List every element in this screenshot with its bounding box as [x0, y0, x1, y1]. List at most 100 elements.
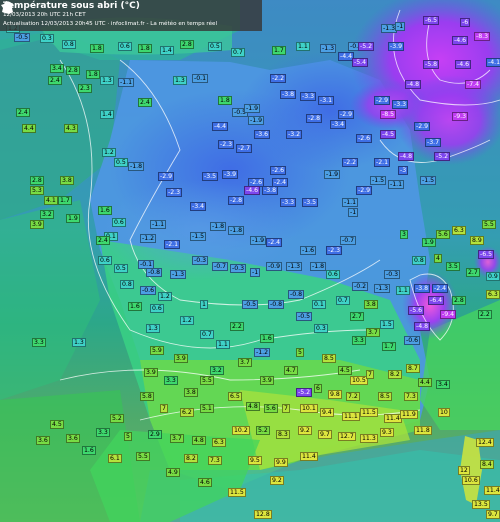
- map-timestamp: 12/03/2013 20h UTC 21h CET: [3, 12, 86, 18]
- station-temperature-label: 2.4: [96, 236, 110, 245]
- station-temperature-label: 9.2: [270, 476, 284, 485]
- station-temperature-label: -4.6: [452, 36, 469, 45]
- station-temperature-label: 3.8: [184, 388, 198, 397]
- station-temperature-label: -2.8: [228, 196, 245, 205]
- station-temperature-label: -2.8: [306, 114, 323, 123]
- france-map-icon: [1, 1, 13, 14]
- station-temperature-label: -2.2: [270, 74, 287, 83]
- station-temperature-label: -5.8: [423, 60, 440, 69]
- map-update-info: Actualisation 12/03/2013 20h45 UTC · inf…: [3, 21, 218, 27]
- station-temperature-label: -0.7: [340, 236, 357, 245]
- station-temperature-label: 6.3: [486, 290, 500, 299]
- station-temperature-label: 1.8: [86, 70, 100, 79]
- map-title: Température sous abri (°C): [3, 1, 140, 11]
- station-temperature-label: 11.1: [342, 412, 360, 421]
- station-temperature-label: -0.5: [296, 312, 313, 321]
- station-temperature-label: -0.8: [146, 268, 163, 277]
- station-temperature-label: -2.4: [432, 284, 449, 293]
- station-temperature-label: 7: [282, 404, 290, 413]
- station-temperature-label: -0.9: [266, 262, 283, 271]
- station-temperature-label: 0.6: [326, 270, 340, 279]
- station-temperature-label: 1.3: [72, 338, 86, 347]
- station-temperature-label: 0.8: [120, 280, 134, 289]
- station-temperature-label: 7: [366, 370, 374, 379]
- station-temperature-label: 0.3: [314, 324, 328, 333]
- station-temperature-label: 1.8: [138, 44, 152, 53]
- station-temperature-label: 3.8: [364, 300, 378, 309]
- station-temperature-label: 5.5: [136, 452, 150, 461]
- station-temperature-label: 8.7: [406, 364, 420, 373]
- station-temperature-label: 4.8: [246, 402, 260, 411]
- station-temperature-label: 5.2: [256, 426, 270, 435]
- station-temperature-label: -3.9: [222, 170, 239, 179]
- station-temperature-label: -2.6: [356, 134, 373, 143]
- station-temperature-label: -1.5: [190, 232, 207, 241]
- station-temperature-label: 0.5: [114, 264, 128, 273]
- station-temperature-label: 8.2: [388, 370, 402, 379]
- station-temperature-label: 1.7: [272, 46, 286, 55]
- station-temperature-label: 3.3: [32, 338, 46, 347]
- station-temperature-label: 6: [314, 384, 322, 393]
- station-temperature-label: 1.4: [100, 110, 114, 119]
- station-temperature-label: -5.6: [408, 306, 425, 315]
- station-temperature-label: 1.2: [158, 292, 172, 301]
- station-temperature-label: 1.9: [66, 214, 80, 223]
- station-temperature-label: 3.9: [144, 368, 158, 377]
- station-temperature-label: 1.1: [396, 286, 410, 295]
- station-temperature-label: -9.4: [440, 310, 457, 319]
- station-temperature-label: -1.8: [228, 226, 245, 235]
- station-temperature-label: -3: [398, 166, 409, 175]
- station-temperature-label: 3.7: [170, 434, 184, 443]
- station-temperature-label: 3.2: [210, 366, 224, 375]
- station-temperature-label: -1.1: [150, 220, 167, 229]
- station-temperature-label: -0.5: [14, 33, 31, 42]
- station-temperature-label: -6.5: [423, 16, 440, 25]
- station-temperature-label: -2.6: [270, 166, 287, 175]
- station-temperature-label: 3.9: [30, 220, 44, 229]
- station-temperature-label: -3.2: [286, 130, 303, 139]
- station-temperature-label: -6.5: [478, 250, 495, 259]
- station-temperature-label: 0.6: [112, 218, 126, 227]
- station-temperature-label: 5.2: [110, 414, 124, 423]
- station-temperature-label: 1.8: [218, 96, 232, 105]
- station-temperature-label: -1.6: [300, 246, 317, 255]
- station-temperature-label: 1.8: [90, 44, 104, 53]
- station-temperature-label: 9.4: [320, 408, 334, 417]
- station-temperature-label: -3.5: [302, 198, 319, 207]
- station-temperature-label: -1.9: [324, 170, 341, 179]
- station-temperature-label: -1.2: [254, 348, 271, 357]
- station-temperature-label: 5.3: [30, 186, 44, 195]
- station-temperature-label: 9.3: [380, 428, 394, 437]
- station-temperature-label: 3.6: [36, 436, 50, 445]
- station-temperature-label: 4.3: [64, 124, 78, 133]
- station-temperature-label: 1.2: [102, 148, 116, 157]
- station-temperature-label: -9.3: [452, 112, 469, 121]
- station-temperature-label: 4.4: [418, 378, 432, 387]
- station-temperature-label: 3.9: [260, 376, 274, 385]
- station-temperature-label: -5.2: [296, 388, 313, 397]
- station-temperature-label: -8.3: [474, 32, 491, 41]
- station-temperature-label: 4.7: [284, 366, 298, 375]
- station-temperature-label: 8.9: [470, 236, 484, 245]
- station-temperature-label: 10.2: [232, 426, 250, 435]
- station-temperature-label: 0.8: [412, 256, 426, 265]
- station-temperature-label: 0.5: [114, 158, 128, 167]
- station-temperature-label: 0.3: [40, 34, 54, 43]
- station-temperature-label: 5: [296, 348, 304, 357]
- station-temperature-label: 4: [434, 254, 442, 263]
- station-temperature-label: 1.9: [422, 238, 436, 247]
- station-temperature-label: 0.6: [98, 256, 112, 265]
- station-temperature-label: 1.6: [260, 334, 274, 343]
- station-temperature-label: 9.2: [298, 426, 312, 435]
- station-temperature-label: 11.5: [360, 408, 378, 417]
- station-temperature-label: -2.9: [338, 110, 355, 119]
- station-temperature-label: 10.1: [300, 404, 318, 413]
- station-temperature-label: 7.3: [208, 456, 222, 465]
- station-temperature-label: -2.9: [374, 96, 391, 105]
- station-temperature-label: -1.1: [388, 180, 405, 189]
- station-temperature-label: 3.6: [66, 434, 80, 443]
- station-temperature-label: 6.2: [180, 408, 194, 417]
- station-temperature-label: -1.3: [170, 270, 187, 279]
- station-temperature-label: -1.3: [374, 284, 391, 293]
- station-temperature-label: -1.2: [140, 234, 157, 243]
